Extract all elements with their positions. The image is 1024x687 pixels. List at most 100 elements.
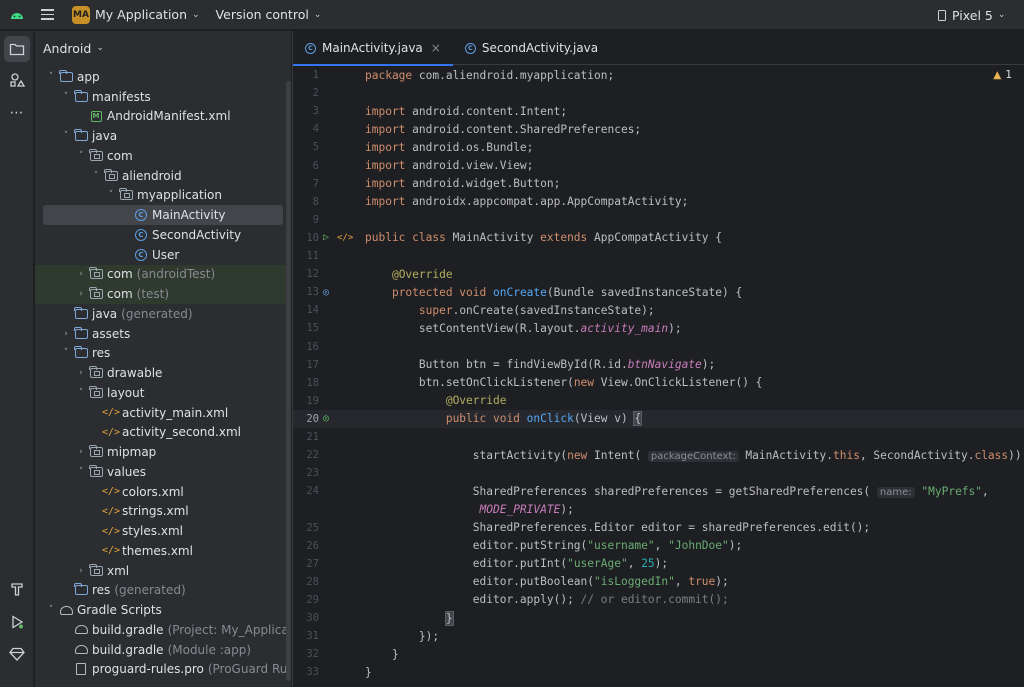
code-line[interactable]: 7 import android.widget.Button; <box>293 175 1024 193</box>
close-icon[interactable]: × <box>431 41 441 55</box>
app-quality-button[interactable] <box>4 641 30 667</box>
tree-item[interactable]: </> styles.xml <box>35 521 291 541</box>
chevron-down-icon[interactable]: ˅ <box>45 605 57 615</box>
code-line[interactable]: 8 import androidx.appcompat.app.AppCompat… <box>293 193 1024 211</box>
code-line[interactable]: 6 import android.view.View; <box>293 157 1024 175</box>
chevron-down-icon[interactable]: ˅ <box>75 467 87 477</box>
layout-gutter-icon[interactable]: </> <box>337 233 353 243</box>
code-line[interactable]: 24 SharedPreferences sharedPreferences =… <box>293 482 1024 500</box>
project-tool-button[interactable] <box>4 36 30 62</box>
run-tool-button[interactable] <box>4 609 30 635</box>
version-control-menu[interactable]: Version control ⌄ <box>216 7 322 22</box>
tree-item[interactable]: C User <box>35 245 291 265</box>
tree-item[interactable]: › assets <box>35 324 291 344</box>
code-line[interactable]: 27 editor.putInt("userAge", 25); <box>293 555 1024 573</box>
chevron-right-icon[interactable]: › <box>75 368 87 378</box>
tree-item[interactable]: › xml <box>35 561 291 581</box>
run-gutter-icon[interactable]: ▷ <box>323 232 329 243</box>
code-line[interactable]: 1 package com.aliendroid.myapplication; <box>293 66 1024 84</box>
tree-item[interactable]: M AndroidManifest.xml <box>35 107 291 127</box>
chevron-down-icon[interactable]: ˅ <box>60 92 72 102</box>
code-line[interactable]: 18 btn.setOnClickListener(new View.OnCli… <box>293 374 1024 392</box>
code-line[interactable]: 20 ◎ public void onClick(View v) { <box>293 409 1024 428</box>
code-line[interactable]: 4 import android.content.SharedPreference… <box>293 120 1024 138</box>
tab-second-activity[interactable]: C SecondActivity.java <box>453 31 610 65</box>
chevron-down-icon[interactable]: ˅ <box>60 348 72 358</box>
code-line[interactable]: 16 <box>293 338 1024 356</box>
tree-item[interactable]: java (generated) <box>35 304 291 324</box>
project-panel-scrollbar[interactable] <box>286 81 291 681</box>
code-line[interactable]: 2 <box>293 84 1024 102</box>
tree-item[interactable]: </> activity_second.xml <box>35 423 291 443</box>
code-line[interactable]: 30 } <box>293 609 1024 627</box>
code-line[interactable]: 5 import android.os.Bundle; <box>293 138 1024 156</box>
resource-manager-button[interactable] <box>4 67 30 93</box>
chevron-right-icon[interactable]: › <box>75 289 87 299</box>
tree-item[interactable]: › com (androidTest) <box>35 264 291 285</box>
device-selector[interactable]: Pixel 5 ⌄ <box>938 0 1005 30</box>
tree-item[interactable]: build.gradle(Project: My_Application) <box>35 620 291 640</box>
chevron-right-icon[interactable]: › <box>75 447 87 457</box>
tree-item[interactable]: </> activity_main.xml <box>35 403 291 423</box>
code-line[interactable]: 23 <box>293 464 1024 482</box>
chevron-right-icon[interactable]: › <box>75 566 87 576</box>
tree-item[interactable]: ˅ aliendroid <box>35 166 291 186</box>
tree-item[interactable]: build.gradle (Module :app) <box>35 640 291 660</box>
code-line[interactable]: 29 editor.apply(); // or editor.commit()… <box>293 591 1024 609</box>
tree-item[interactable]: ˅ myapplication <box>35 186 291 206</box>
code-line[interactable]: 17 Button btn = findViewById(R.id.btnNav… <box>293 356 1024 374</box>
tree-item[interactable]: ˅ com <box>35 146 291 166</box>
code-line[interactable]: 26 editor.putString("username", "JohnDoe… <box>293 537 1024 555</box>
code-line[interactable]: 31 }); <box>293 627 1024 645</box>
chevron-down-icon[interactable]: ˅ <box>75 151 87 161</box>
code-line[interactable]: 28 editor.putBoolean("isLoggedIn", true)… <box>293 573 1024 591</box>
code-line[interactable]: 33} <box>293 663 1024 681</box>
code-line[interactable]: 11 <box>293 247 1024 265</box>
tree-item[interactable]: ˅ layout <box>35 383 291 403</box>
chevron-down-icon[interactable]: ˅ <box>90 171 102 181</box>
chevron-down-icon[interactable]: ˅ <box>105 190 117 200</box>
chevron-right-icon[interactable]: › <box>60 329 72 339</box>
tree-item[interactable]: ˅ res <box>35 344 291 364</box>
code-line[interactable]: MODE_PRIVATE); <box>293 500 1024 518</box>
tree-item[interactable]: ˅ java <box>35 126 291 146</box>
chevron-down-icon[interactable]: ˅ <box>75 388 87 398</box>
tree-item[interactable]: C SecondActivity <box>35 225 291 245</box>
code-line[interactable]: 3 import android.content.Intent; <box>293 102 1024 120</box>
tree-item[interactable]: › com (test) <box>35 284 291 304</box>
chevron-down-icon[interactable]: ˅ <box>45 72 57 82</box>
tree-item[interactable]: › drawable <box>35 363 291 383</box>
chevron-right-icon[interactable]: › <box>75 269 87 279</box>
code-line[interactable]: 32 } <box>293 645 1024 663</box>
override-gutter-icon[interactable]: ◎ <box>323 287 329 298</box>
tree-item[interactable]: res (generated) <box>35 581 291 601</box>
code-line[interactable]: 21 <box>293 428 1024 446</box>
tree-item[interactable]: proguard-rules.pro(ProGuard Rules fo <box>35 660 291 680</box>
code-line[interactable]: 12 @Override <box>293 265 1024 283</box>
project-view-selector[interactable]: Android ⌄ <box>35 31 291 65</box>
tree-item[interactable]: ˅ values <box>35 462 291 482</box>
main-menu-button[interactable] <box>34 0 60 30</box>
tab-main-activity[interactable]: C MainActivity.java × <box>293 31 453 66</box>
chevron-down-icon[interactable]: ˅ <box>60 131 72 141</box>
project-selector[interactable]: MA My Application ⌄ <box>72 5 200 24</box>
code-line[interactable]: 10 ▷ </> public class MainActivity extends … <box>293 229 1024 247</box>
code-line[interactable]: 22 startActivity(new Intent( packageCont… <box>293 446 1024 464</box>
android-studio-logo-icon[interactable] <box>0 0 34 30</box>
code-line[interactable]: 9 <box>293 211 1024 229</box>
code-line[interactable]: 14 super.onCreate(savedInstanceState); <box>293 301 1024 319</box>
code-area[interactable]: 1 package com.aliendroid.myapplication; 2 3… <box>293 65 1024 687</box>
code-line[interactable]: 13 ◎ protected void onCreate(Bundle saved… <box>293 283 1024 301</box>
code-line[interactable]: 19 @Override <box>293 392 1024 410</box>
tree-item[interactable]: ˅ app <box>35 67 291 87</box>
build-tool-button[interactable] <box>4 576 30 602</box>
code-line[interactable]: 15 setContentView(R.layout.activity_main… <box>293 319 1024 337</box>
more-tools-button[interactable]: ⋯ <box>4 100 30 126</box>
tree-item[interactable]: C MainActivity <box>43 205 283 225</box>
tree-item[interactable]: </> colors.xml <box>35 482 291 502</box>
tree-item[interactable]: › mipmap <box>35 442 291 462</box>
code-line[interactable]: 25 SharedPreferences.Editor editor = sha… <box>293 519 1024 537</box>
tree-item[interactable]: ˅ manifests <box>35 87 291 107</box>
tree-item[interactable]: </> strings.xml <box>35 502 291 522</box>
tree-item[interactable]: </> themes.xml <box>35 541 291 561</box>
